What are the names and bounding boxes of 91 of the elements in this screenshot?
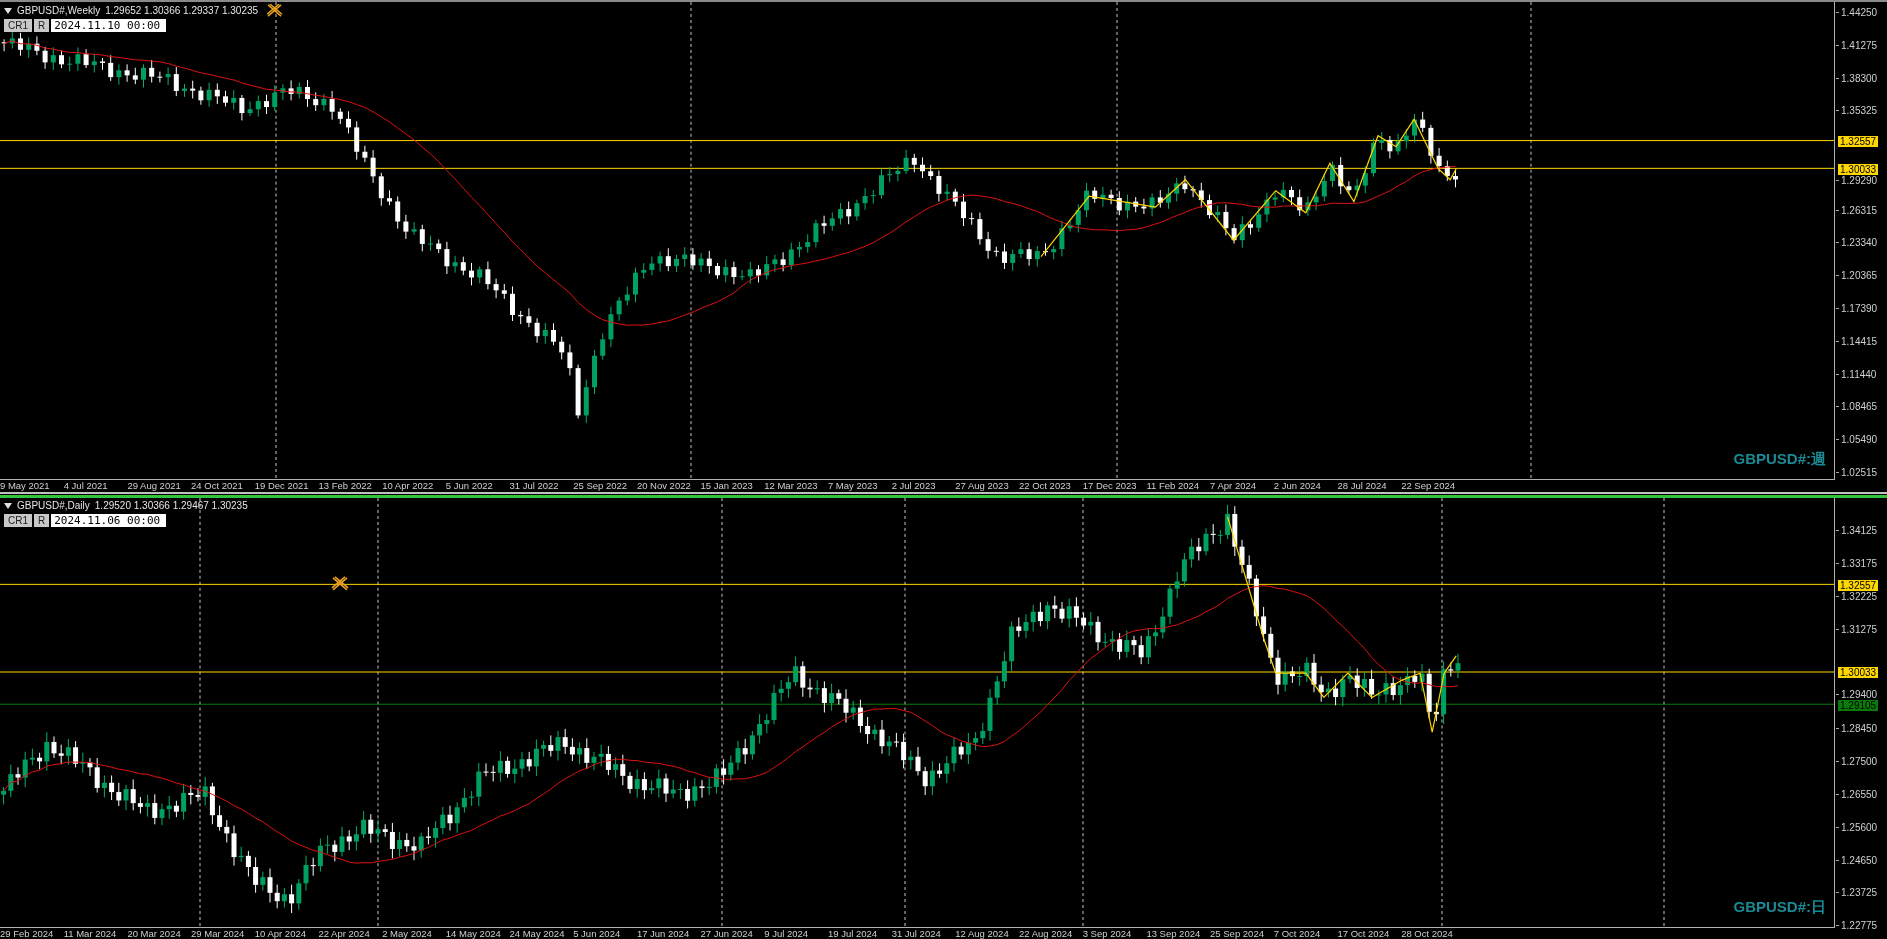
- time-axis-label: 10 Apr 2022: [382, 480, 435, 492]
- time-axis-label: 31 Jul 2022: [509, 480, 560, 492]
- time-axis-label: 19 Dec 2021: [254, 480, 310, 492]
- price-tick-label: 1.38300: [1836, 72, 1878, 84]
- price-tick-label: 1.24650: [1836, 854, 1878, 866]
- price-tick-label: 1.31275: [1836, 624, 1878, 636]
- price-tick-label: 1.26550: [1836, 788, 1878, 800]
- time-axis-label: 12 Aug 2024: [955, 928, 1010, 939]
- time-axis-label: 2 Jul 2023: [891, 480, 937, 492]
- time-axis-label: 20 Nov 2022: [636, 480, 692, 492]
- time-axis-label: 5 Jun 2022: [445, 480, 494, 492]
- time-axis-label: 25 Sep 2024: [1210, 928, 1265, 939]
- time-axis-label: 29 Feb 2024: [0, 928, 55, 939]
- time-axis-label: 7 Oct 2024: [1273, 928, 1322, 939]
- chart-area[interactable]: GBPUSD#,Weekly 1.29652 1.30366 1.29337 1.30235 CR1 R 2024.11.10 00:00 GBPUSD#:週: [0, 2, 1835, 480]
- time-axis-label: 24 Oct 2021: [191, 480, 244, 492]
- time-axis-label: 5 Jun 2024: [573, 928, 622, 939]
- price-tick-label: 1.26315: [1836, 204, 1878, 216]
- time-axis-label: 13 Feb 2022: [318, 480, 373, 492]
- price-tick-label: 1.29400: [1836, 689, 1878, 701]
- toolbar-button[interactable]: R: [34, 514, 50, 527]
- time-axis-label: 17 Oct 2024: [1337, 928, 1391, 939]
- time-axis-label: 27 Aug 2023: [955, 480, 1010, 492]
- price-level-label: 1.30033: [1838, 667, 1879, 679]
- price-tick-label: 1.05490: [1836, 434, 1878, 446]
- toolbar-button[interactable]: CR1: [4, 19, 32, 32]
- time-axis-label: 2 Jun 2024: [1273, 480, 1322, 492]
- price-tick-label: 1.32225: [1836, 591, 1878, 603]
- time-axis-label: 28 Oct 2024: [1401, 928, 1454, 939]
- time-axis-label: 22 Aug 2024: [1019, 928, 1074, 939]
- time-axis-label: 9 May 2021: [0, 480, 51, 492]
- symbol-watermark: GBPUSD#:週: [1733, 450, 1826, 469]
- time-axis-label: 12 Mar 2023: [764, 480, 819, 492]
- time-axis-label: 17 Dec 2023: [1082, 480, 1138, 492]
- time-axis-label: 29 Mar 2024: [191, 928, 246, 939]
- time-axis-label: 24 May 2024: [509, 928, 566, 939]
- price-level-label: 1.30033: [1838, 163, 1879, 175]
- time-axis-label: 3 Sep 2024: [1082, 928, 1133, 939]
- time-axis-label: 22 Oct 2023: [1019, 480, 1072, 492]
- price-tick-label: 1.25600: [1836, 821, 1878, 833]
- toolbar-button[interactable]: CR1: [4, 514, 32, 527]
- price-tick-label: 1.20365: [1836, 270, 1878, 282]
- time-axis-label: 31 Jul 2024: [891, 928, 942, 939]
- price-tick-label: 1.23340: [1836, 237, 1878, 249]
- time-axis-label: 29 Aug 2021: [127, 480, 182, 492]
- time-axis-label: 25 Sep 2022: [573, 480, 629, 492]
- time-axis-label: 19 Jul 2024: [827, 928, 879, 939]
- price-tick-label: 1.23725: [1836, 886, 1878, 898]
- date-field[interactable]: 2024.11.06 00:00: [51, 514, 167, 527]
- price-tick-label: 1.02515: [1836, 467, 1878, 478]
- price-tick-label: 1.14415: [1836, 335, 1878, 347]
- time-axis-label: 27 Jun 2024: [700, 928, 754, 939]
- date-field[interactable]: 2024.11.10 00:00: [51, 19, 167, 32]
- time-axis-label: 28 Jul 2024: [1337, 480, 1388, 492]
- price-tick-label: 1.17390: [1836, 303, 1878, 315]
- time-axis-label: 11 Feb 2024: [1146, 480, 1201, 492]
- symbol-label: GBPUSD#,Daily: [17, 500, 90, 512]
- time-axis-label: 15 Jan 2023: [700, 480, 754, 492]
- symbol-watermark: GBPUSD#:日: [1733, 898, 1826, 917]
- price-tick-label: 1.22775: [1836, 920, 1878, 931]
- price-tick-label: 1.44250: [1836, 7, 1878, 18]
- ohlc-values: 1.29652 1.30366 1.29337 1.30235: [105, 4, 259, 17]
- time-axis-label: 13 Sep 2024: [1146, 928, 1202, 939]
- time-axis-label: 14 May 2024: [445, 928, 502, 939]
- time-axis-label: 4 Jul 2021: [63, 480, 109, 492]
- time-axis-label: 20 Mar 2024: [127, 928, 182, 939]
- time-axis-label: 9 Jul 2024: [764, 928, 810, 939]
- chart-area[interactable]: GBPUSD#,Daily 1.29520 1.30366 1.29467 1.30235 CR1 R 2024.11.06 00:00 GBPUSD#:日: [0, 498, 1835, 928]
- price-level-label: 1.32557: [1838, 579, 1879, 591]
- price-tick-label: 1.41275: [1836, 39, 1878, 51]
- symbol-label: GBPUSD#,Weekly: [17, 4, 101, 17]
- time-axis-label: 7 May 2023: [827, 480, 879, 492]
- price-tick-label: 1.28450: [1836, 722, 1878, 734]
- time-axis-label: 2 May 2024: [382, 928, 433, 939]
- price-tick-label: 1.08465: [1836, 401, 1878, 413]
- ohlc-values: 1.29520 1.30366 1.29467 1.30235: [94, 500, 248, 512]
- time-axis-label: 11 Mar 2024: [63, 928, 118, 939]
- time-axis-label: 22 Sep 2024: [1401, 480, 1456, 492]
- time-axis-label: 10 Apr 2024: [254, 928, 307, 939]
- price-tick-label: 1.11440: [1836, 368, 1877, 380]
- time-axis-label: 22 Apr 2024: [318, 928, 371, 939]
- time-axis-label: 17 Jun 2024: [636, 928, 691, 939]
- time-axis-label: 7 Apr 2024: [1210, 480, 1258, 492]
- toolbar-button[interactable]: R: [34, 19, 50, 32]
- price-tick-label: 1.27500: [1836, 755, 1878, 767]
- price-tick-label: 1.35325: [1836, 105, 1878, 117]
- price-level-label: 1.29105: [1838, 699, 1879, 711]
- price-tick-label: 1.33175: [1836, 558, 1878, 570]
- price-tick-label: 1.29290: [1836, 175, 1878, 187]
- price-level-label: 1.32557: [1838, 135, 1879, 147]
- price-tick-label: 1.34125: [1836, 525, 1878, 536]
